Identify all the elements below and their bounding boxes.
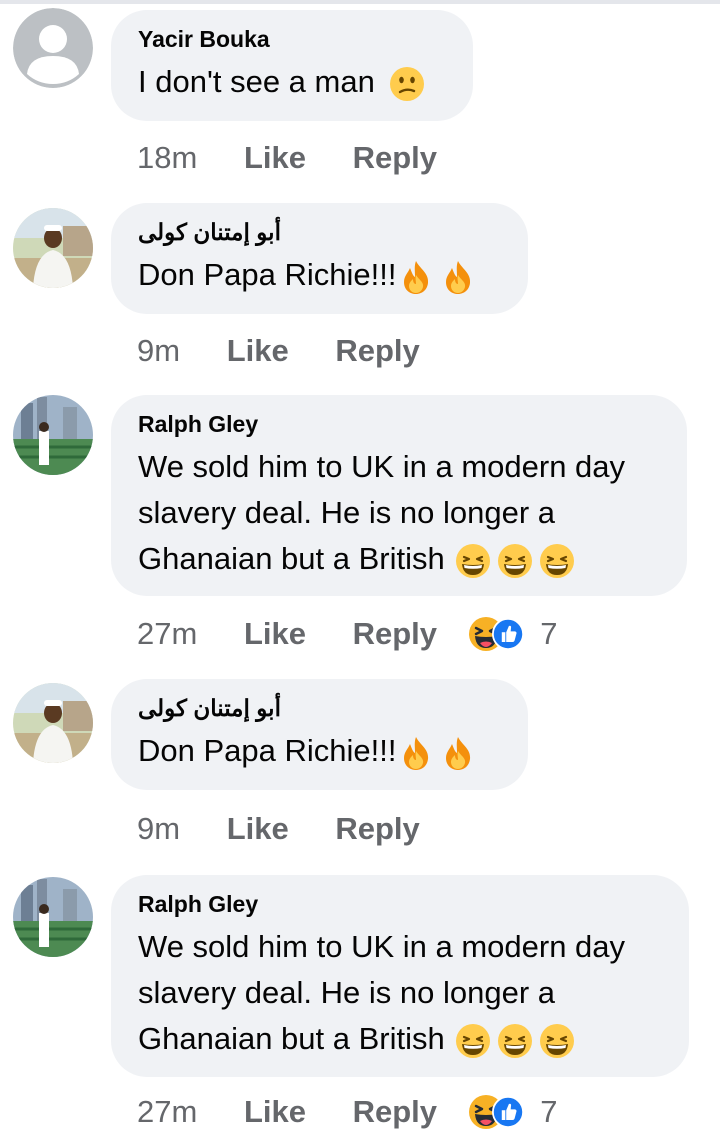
reply-button[interactable]: Reply bbox=[353, 138, 437, 178]
comment-author[interactable]: أبو إمتنان كولى bbox=[138, 218, 501, 246]
like-button[interactable]: Like bbox=[244, 614, 306, 654]
comment-bubble: Ralph Gley We sold him to UK in a modern… bbox=[111, 875, 689, 1077]
comment-actions: 9m Like Reply bbox=[137, 329, 420, 369]
like-reaction-icon bbox=[492, 1096, 524, 1128]
comment-author[interactable]: Ralph Gley bbox=[138, 410, 660, 438]
grinning-squinting-face-icon bbox=[539, 543, 575, 579]
comment-text: Don Papa Richie!!! bbox=[138, 252, 501, 298]
grinning-squinting-face-icon bbox=[539, 1023, 575, 1059]
default-avatar-icon[interactable] bbox=[13, 8, 93, 88]
fire-icon bbox=[398, 259, 434, 295]
like-button[interactable]: Like bbox=[244, 1092, 306, 1132]
comment-text: We sold him to UK in a modern day slaver… bbox=[138, 924, 668, 1062]
comment-timestamp[interactable]: 9m bbox=[137, 331, 180, 371]
comment-bubble: Yacir Bouka I don't see a man bbox=[111, 10, 473, 121]
comment-text: Don Papa Richie!!! bbox=[138, 728, 501, 774]
comment-text-content: Don Papa Richie!!! bbox=[138, 257, 397, 292]
comment-text: We sold him to UK in a modern day slaver… bbox=[138, 444, 668, 582]
reactions-summary[interactable] bbox=[468, 1094, 528, 1130]
fire-icon bbox=[440, 259, 476, 295]
like-button[interactable]: Like bbox=[227, 809, 289, 849]
comment-bubble: أبو إمتنان كولى Don Papa Richie!!! bbox=[111, 203, 528, 314]
like-button[interactable]: Like bbox=[227, 331, 289, 371]
comment-author[interactable]: أبو إمتنان كولى bbox=[138, 694, 501, 722]
grinning-squinting-face-icon bbox=[497, 543, 533, 579]
reply-button[interactable]: Reply bbox=[353, 1092, 437, 1132]
comment-author[interactable]: Ralph Gley bbox=[138, 890, 662, 918]
comment-actions: 18m Like Reply bbox=[137, 136, 437, 176]
user-avatar[interactable] bbox=[13, 208, 93, 288]
comment-timestamp[interactable]: 27m bbox=[137, 614, 197, 654]
like-button[interactable]: Like bbox=[244, 138, 306, 178]
comment-text-content: Don Papa Richie!!! bbox=[138, 733, 397, 768]
user-avatar[interactable] bbox=[13, 877, 93, 957]
grinning-squinting-face-icon bbox=[497, 1023, 533, 1059]
top-divider bbox=[0, 0, 720, 4]
fire-icon bbox=[440, 735, 476, 771]
reaction-count[interactable]: 7 bbox=[540, 1092, 557, 1132]
confused-face-icon bbox=[389, 66, 425, 102]
user-avatar[interactable] bbox=[13, 683, 93, 763]
reply-button[interactable]: Reply bbox=[353, 614, 437, 654]
comment-text-content: I don't see a man bbox=[138, 64, 375, 99]
comment-actions: 27m Like Reply 7 bbox=[137, 612, 558, 652]
like-reaction-icon bbox=[492, 618, 524, 650]
grinning-squinting-face-icon bbox=[455, 1023, 491, 1059]
reply-button[interactable]: Reply bbox=[335, 331, 419, 371]
reaction-count[interactable]: 7 bbox=[540, 614, 557, 654]
grinning-squinting-face-icon bbox=[455, 543, 491, 579]
reply-button[interactable]: Reply bbox=[335, 809, 419, 849]
comment-actions: 9m Like Reply bbox=[137, 807, 420, 847]
reactions-summary[interactable] bbox=[468, 616, 528, 652]
comment-author[interactable]: Yacir Bouka bbox=[138, 25, 446, 53]
comment-actions: 27m Like Reply 7 bbox=[137, 1090, 558, 1130]
comment-timestamp[interactable]: 9m bbox=[137, 809, 180, 849]
fire-icon bbox=[398, 735, 434, 771]
comment-timestamp[interactable]: 18m bbox=[137, 138, 197, 178]
comment-bubble: Ralph Gley We sold him to UK in a modern… bbox=[111, 395, 687, 596]
user-avatar[interactable] bbox=[13, 395, 93, 475]
comment-timestamp[interactable]: 27m bbox=[137, 1092, 197, 1132]
comment-bubble: أبو إمتنان كولى Don Papa Richie!!! bbox=[111, 679, 528, 790]
comment-text: I don't see a man bbox=[138, 59, 446, 105]
